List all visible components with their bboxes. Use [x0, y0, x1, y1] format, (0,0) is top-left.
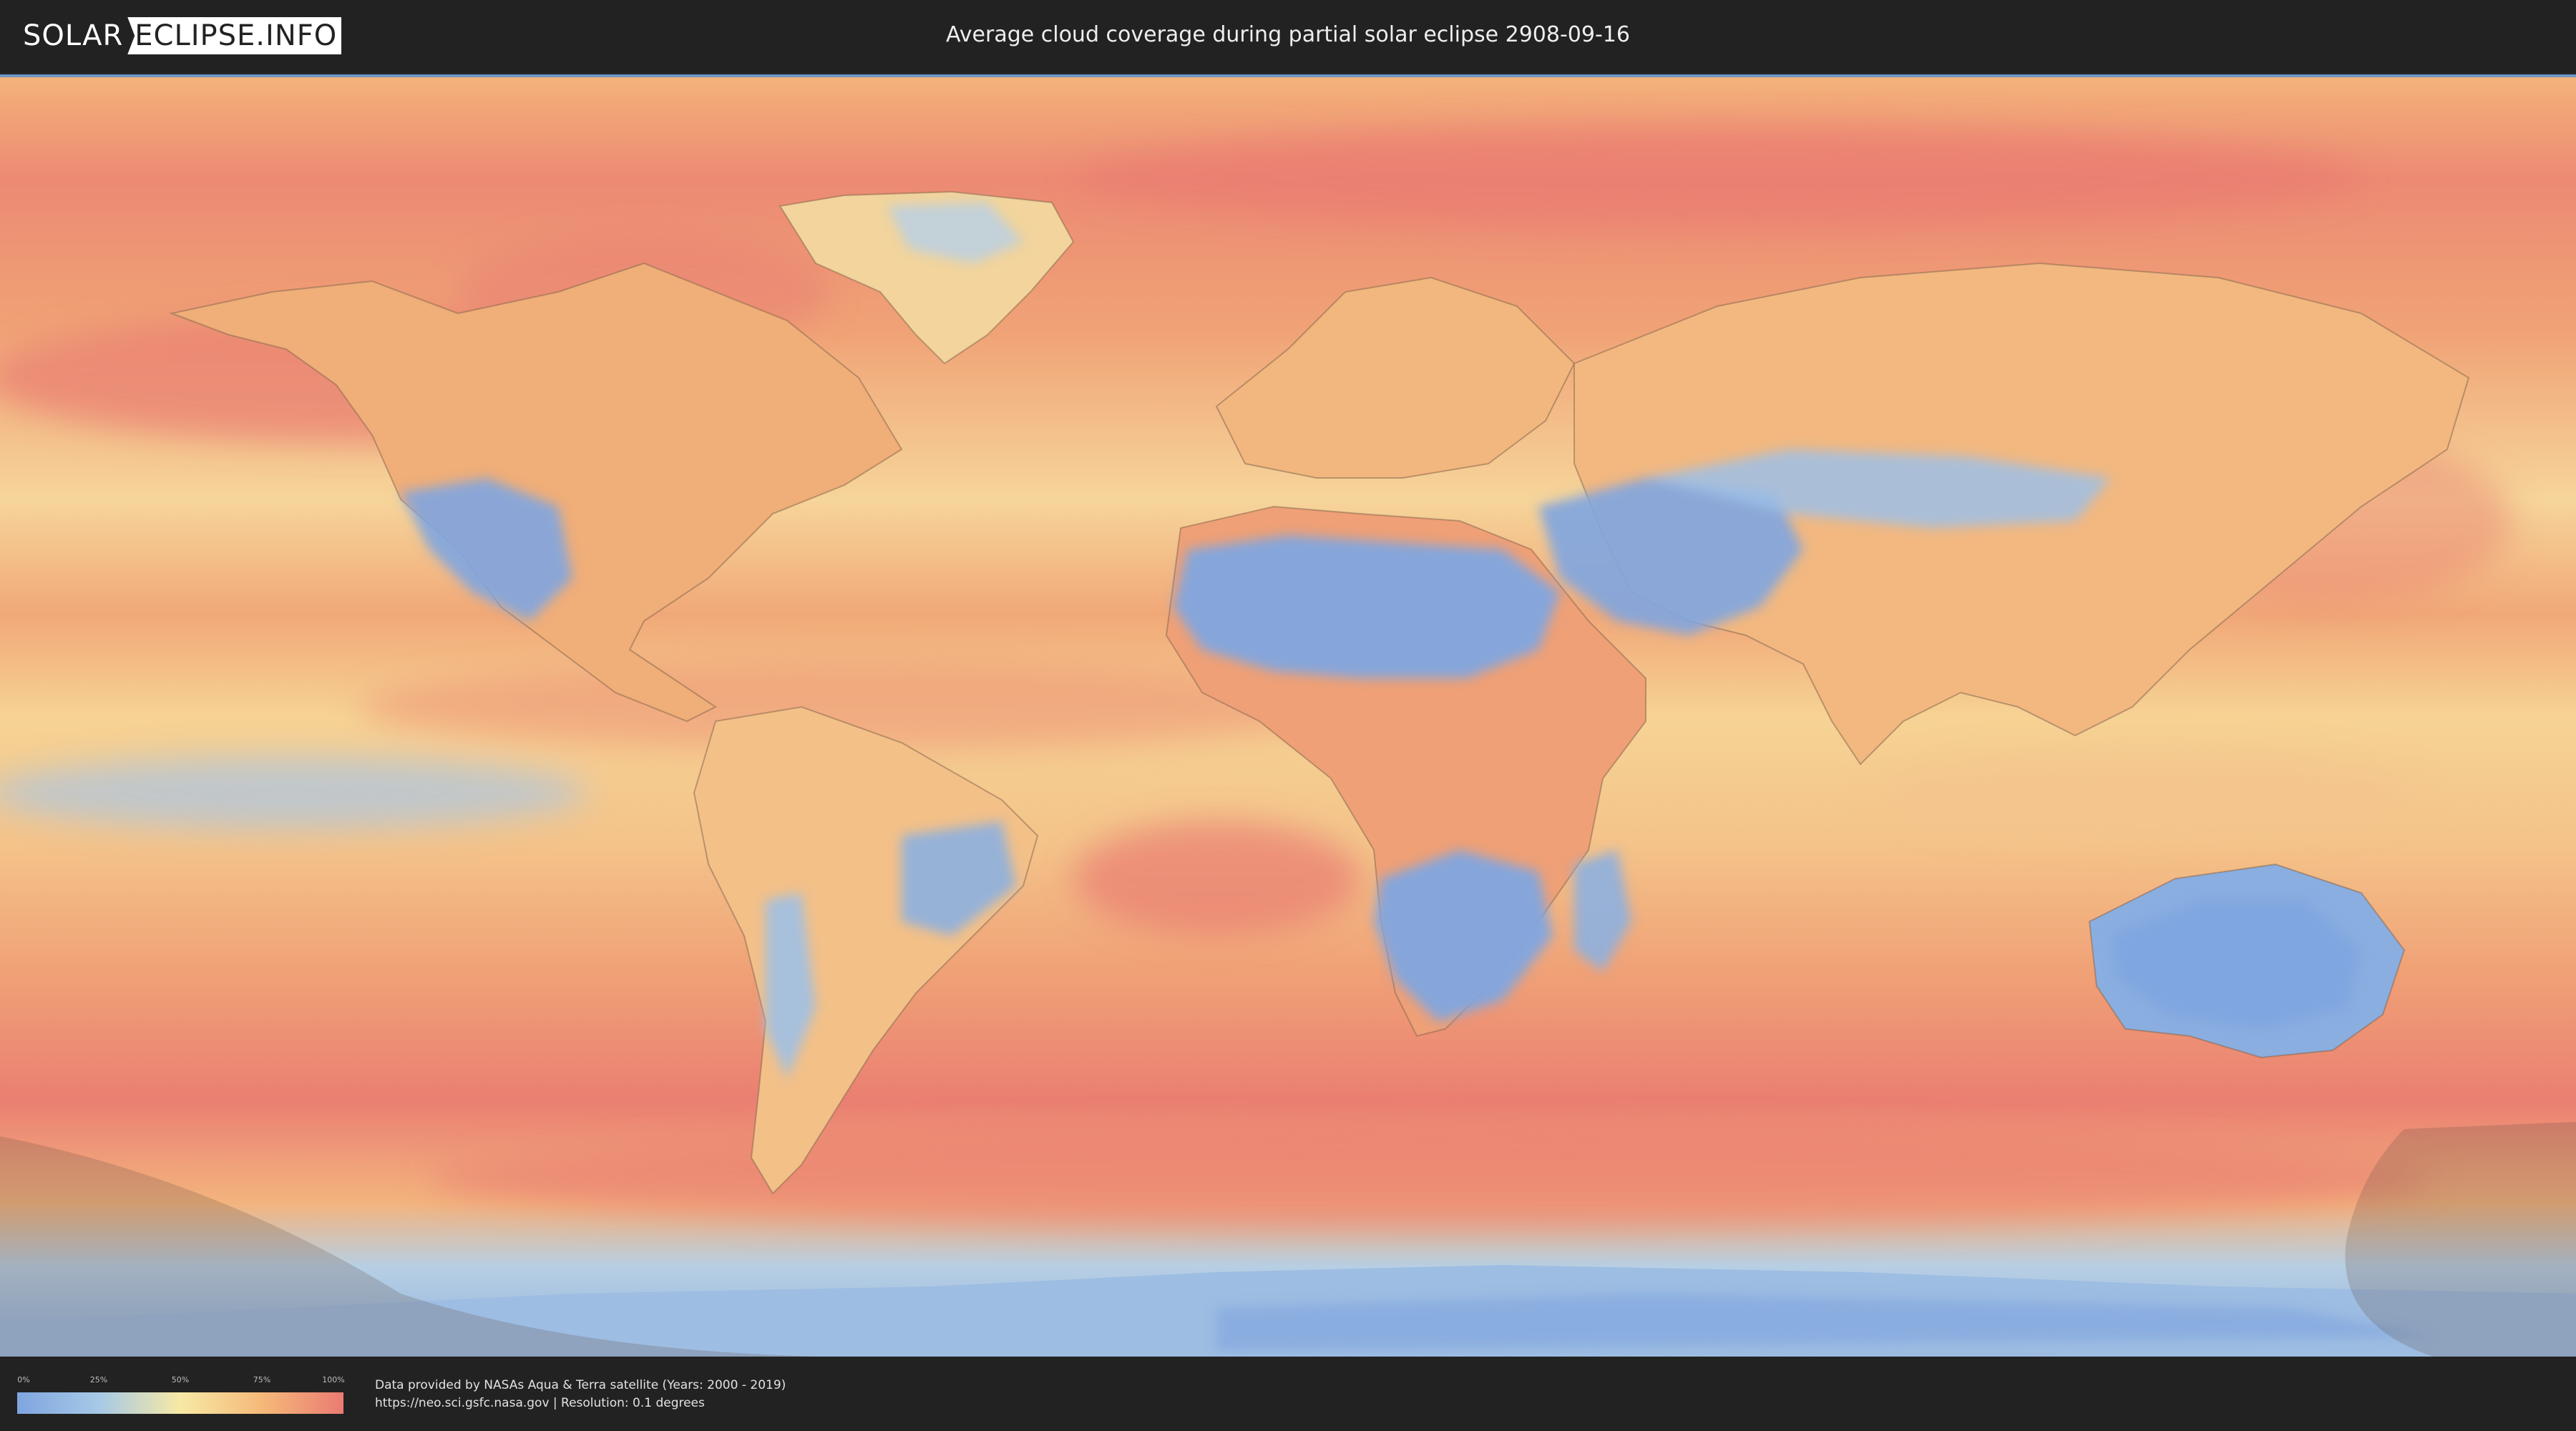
credit-line-url[interactable]: https://neo.sci.gsfc.nasa.gov | Resoluti…: [375, 1395, 786, 1412]
data-credits: Data provided by NASAs Aqua & Terra sate…: [375, 1377, 786, 1412]
legend-tick-0: 0%: [17, 1375, 30, 1384]
header-bar: Average cloud coverage during partial so…: [0, 0, 2576, 72]
logo-text-solar: SOLAR: [23, 19, 124, 52]
cloud-coverage-legend: 0% 25% 50% 75% 100%: [17, 1375, 345, 1421]
legend-tick-100: 100%: [322, 1375, 345, 1384]
site-logo[interactable]: SOLAR ECLIPSE.INFO: [23, 17, 342, 54]
cloud-coverage-map[interactable]: [0, 74, 2576, 1357]
footer-bar: 0% 25% 50% 75% 100% Data provided by NAS…: [0, 1357, 2576, 1431]
map-canvas: [0, 77, 2576, 1357]
map-title: Average cloud coverage during partial so…: [946, 22, 1630, 47]
legend-color-bar: [17, 1392, 343, 1414]
logo-text-eclipse-info: ECLIPSE.INFO: [127, 17, 342, 54]
legend-tick-25: 25%: [89, 1375, 108, 1384]
legend-tick-75: 75%: [253, 1375, 271, 1384]
credit-line-source: Data provided by NASAs Aqua & Terra sate…: [375, 1378, 786, 1392]
page: Average cloud coverage during partial so…: [0, 0, 2576, 1431]
legend-tick-50: 50%: [171, 1375, 190, 1384]
